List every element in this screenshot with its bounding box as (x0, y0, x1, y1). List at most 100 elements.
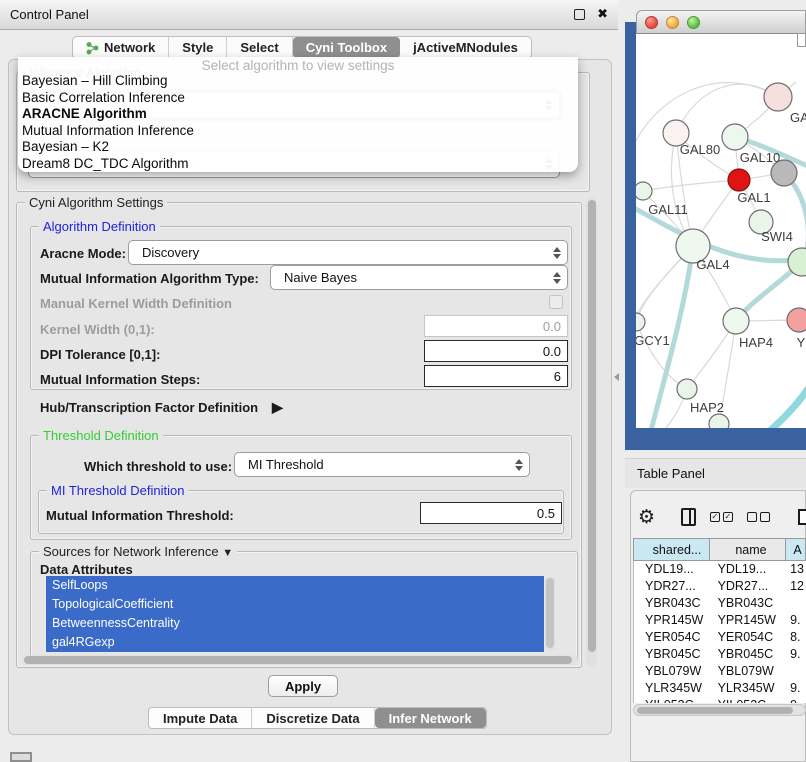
tab-infer-network-label: Infer Network (389, 711, 472, 726)
tab-style-label: Style (182, 40, 213, 55)
table-row[interactable]: YLR345WYLR345W9. (634, 680, 806, 697)
table-row[interactable]: YBL079WYBL079W (634, 663, 806, 680)
node-table: shared... name A YDL19...YDL19...13 YDR2… (633, 538, 806, 703)
mi-threshold-group-title: MI Threshold Definition (47, 483, 188, 498)
tab-select[interactable]: Select (227, 37, 292, 58)
tab-network[interactable]: Network (73, 37, 169, 58)
table-row[interactable]: YER054CYER054C8. (634, 629, 806, 646)
node-y-salmon (787, 308, 806, 332)
node-gcy1 (636, 313, 645, 331)
node-hap4 (723, 308, 749, 334)
tab-jactivemnodules-label: jActiveMNodules (413, 40, 518, 55)
settings-vscrollbar[interactable] (586, 198, 597, 666)
tab-cyni-toolbox-label: Cyni Toolbox (306, 40, 387, 55)
mi-threshold-field[interactable]: 0.5 (420, 502, 562, 524)
canvas-corner-widget (797, 33, 806, 47)
aracne-mode-label: Aracne Mode: (40, 246, 126, 261)
algorithm-definition-title: Algorithm Definition (39, 219, 160, 234)
split-view-icon[interactable] (681, 508, 696, 526)
column-header-name[interactable]: name (710, 538, 786, 561)
node-label: HAP2 (690, 400, 724, 415)
node-label: GAL (790, 110, 806, 125)
collapse-arrow-icon[interactable]: ▼ (222, 547, 233, 559)
aracne-mode-value: Discovery (142, 245, 553, 260)
table-row[interactable]: YIL052CYIL052C9. (634, 697, 806, 703)
table-icon[interactable] (798, 509, 806, 525)
minimize-traffic-light-icon[interactable] (666, 16, 679, 29)
attribute-item[interactable]: SelfLoops (46, 576, 544, 595)
gear-icon[interactable]: ⚙ (638, 507, 655, 527)
dropdown-prompt: Select algorithm to view settings (18, 58, 578, 73)
column-header-partial[interactable]: A (786, 538, 806, 561)
kernel-width-field[interactable]: 0.0 (424, 315, 568, 337)
control-panel-title: Control Panel (10, 7, 89, 22)
bottom-tabbar: Impute Data Discretize Data Infer Networ… (148, 707, 487, 729)
attribute-item[interactable]: gal4RGexp (46, 633, 544, 652)
tab-jactivemnodules[interactable]: jActiveMNodules (400, 37, 531, 58)
apply-button[interactable]: Apply (268, 675, 338, 697)
tab-cyni-toolbox[interactable]: Cyni Toolbox (293, 37, 400, 58)
control-panel-tabbar: Network Style Select Cyni Toolbox jActiv… (72, 36, 532, 59)
table-row[interactable]: YDR27...YDR27...12 (634, 578, 806, 595)
combo-spinner-icon (553, 272, 561, 284)
node-gal-pink (764, 83, 792, 111)
table-row[interactable]: YBR043CYBR043C (634, 595, 806, 612)
close-icon[interactable]: ✖ (597, 9, 608, 20)
manual-kernel-width-label: Manual Kernel Width Definition (40, 296, 232, 311)
tab-discretize-data-label: Discretize Data (266, 711, 359, 726)
aracne-mode-combobox[interactable]: Discovery (128, 240, 568, 265)
node-label: GAL10 (740, 150, 780, 165)
dropdown-item[interactable]: Bayesian – K2 (18, 139, 578, 156)
which-threshold-value: MI Threshold (248, 457, 515, 472)
mi-steps-field[interactable]: 6 (424, 365, 568, 387)
dropdown-item[interactable]: Dream8 DC_TDC Algorithm (18, 156, 578, 173)
table-row[interactable]: YPR145WYPR145W9. (634, 612, 806, 629)
data-attributes-label: Data Attributes (40, 562, 133, 577)
dropdown-item-selected[interactable]: ARACNE Algorithm (18, 106, 578, 123)
edge-highlighted (722, 386, 806, 428)
table-hscrollbar[interactable] (633, 704, 806, 716)
unchecked-columns-icon[interactable] (747, 512, 770, 522)
attributes-list-scrollbar[interactable] (545, 577, 555, 651)
dropdown-item[interactable]: Basic Correlation Inference (18, 90, 578, 107)
node-label: GAL1 (737, 190, 770, 205)
column-header-shared[interactable]: shared... (633, 538, 710, 561)
network-canvas[interactable]: GAL GAL80 GAL10 GAL1 GAL11 SWI4 GAL4 GCY… (636, 34, 806, 428)
tab-infer-network[interactable]: Infer Network (375, 708, 486, 728)
network-icon (86, 41, 99, 55)
table-rows[interactable]: YDL19...YDL19...13 YDR27...YDR27...12 YB… (633, 561, 806, 703)
which-threshold-label: Which threshold to use: (84, 459, 232, 474)
node-label: GCY1 (636, 333, 670, 348)
mi-algorithm-type-value: Naive Bayes (284, 270, 553, 285)
attribute-item[interactable]: TopologicalCoefficient (46, 595, 544, 614)
float-window-icon[interactable] (574, 9, 585, 20)
dropdown-item[interactable]: Bayesian – Hill Climbing (18, 73, 578, 90)
control-panel-titlebar: Control Panel ✖ (0, 0, 618, 30)
mi-steps-label: Mutual Information Steps: (40, 372, 200, 387)
attribute-item[interactable]: BetweennessCentrality (46, 614, 544, 633)
dropdown-item[interactable]: Mutual Information Inference (18, 123, 578, 140)
tab-style[interactable]: Style (169, 37, 227, 58)
expand-arrow-icon[interactable]: ▶ (272, 399, 283, 416)
node-label: GAL80 (680, 142, 720, 157)
which-threshold-combobox[interactable]: MI Threshold (234, 452, 530, 477)
network-window-titlebar[interactable] (636, 10, 806, 34)
dpi-tolerance-label: DPI Tolerance [0,1]: (40, 347, 160, 362)
sources-title-text: Sources for Network Inference (43, 544, 219, 559)
close-traffic-light-icon[interactable] (645, 16, 658, 29)
checked-columns-icon[interactable]: ✓✓ (710, 512, 733, 522)
settings-hscrollbar[interactable] (22, 655, 578, 665)
table-row[interactable]: YBR045CYBR045C9. (634, 646, 806, 663)
mi-algorithm-type-label: Mutual Information Algorithm Type: (40, 271, 259, 286)
tab-discretize-data[interactable]: Discretize Data (252, 708, 374, 728)
manual-kernel-width-checkbox[interactable] (549, 295, 563, 309)
mi-algorithm-type-combobox[interactable]: Naive Bayes (270, 265, 568, 290)
table-row[interactable]: YDL19...YDL19...13 (634, 561, 806, 578)
docked-panel-icon[interactable] (10, 752, 32, 762)
tab-impute-data[interactable]: Impute Data (149, 708, 252, 728)
splitter-handle-icon[interactable] (614, 373, 619, 381)
zoom-traffic-light-icon[interactable] (687, 16, 700, 29)
dpi-tolerance-field[interactable]: 0.0 (424, 340, 568, 362)
data-attributes-list[interactable]: SelfLoops TopologicalCoefficient Between… (46, 576, 544, 652)
node-gal11 (636, 182, 652, 200)
